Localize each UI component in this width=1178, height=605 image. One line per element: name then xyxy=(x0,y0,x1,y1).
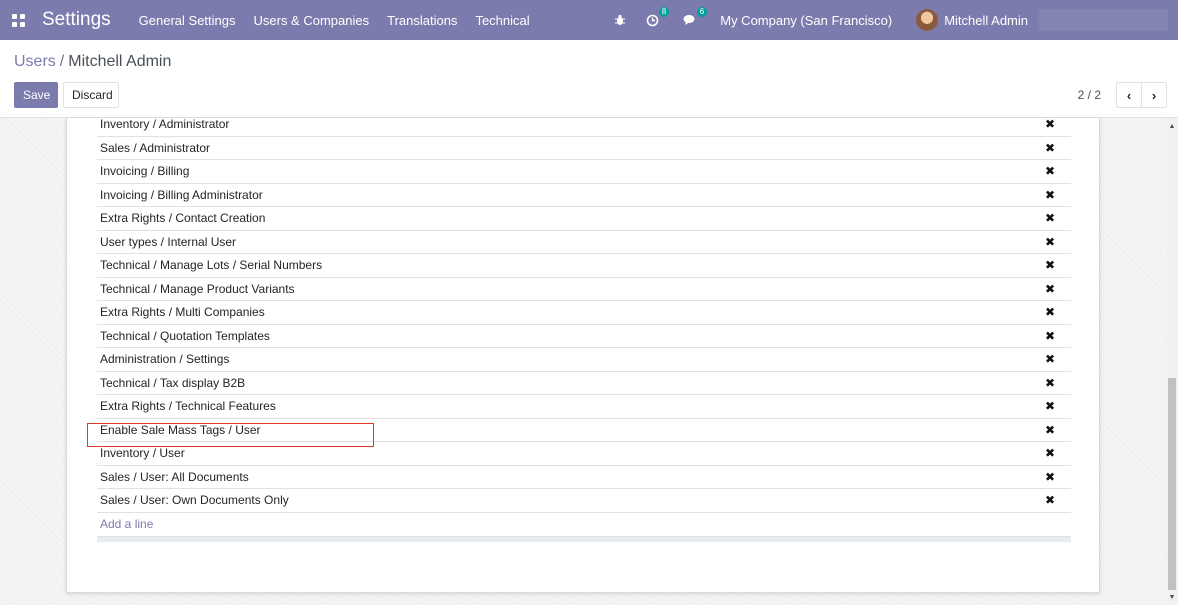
group-name[interactable]: Extra Rights / Multi Companies xyxy=(100,305,265,319)
group-name[interactable]: User types / Internal User xyxy=(100,235,236,249)
delete-row-icon[interactable]: ✖ xyxy=(1045,352,1055,366)
table-row[interactable]: Extra Rights / Multi Companies ✖ xyxy=(97,301,1071,325)
top-navbar: Settings General Settings Users & Compan… xyxy=(0,0,1178,40)
scrollbar-thumb[interactable] xyxy=(1168,378,1176,590)
scroll-up-arrow-icon[interactable]: ▲ xyxy=(1166,120,1178,132)
breadcrumb-separator: / xyxy=(59,53,65,70)
group-name[interactable]: Inventory / Administrator xyxy=(100,117,229,131)
table-row[interactable]: Technical / Manage Lots / Serial Numbers… xyxy=(97,254,1071,278)
discard-button[interactable]: Discard xyxy=(63,82,119,108)
breadcrumb-current: Mitchell Admin xyxy=(68,53,172,70)
save-button[interactable]: Save xyxy=(14,82,58,108)
user-avatar xyxy=(916,9,939,31)
form-view-background: Inventory / Administrator ✖ Sales / Admini… xyxy=(0,117,1166,605)
table-row[interactable]: Extra Rights / Technical Features ✖ xyxy=(97,395,1071,419)
table-row[interactable]: Invoicing / Billing Administrator ✖ xyxy=(97,184,1071,207)
delete-row-icon[interactable]: ✖ xyxy=(1045,329,1055,343)
delete-row-icon[interactable]: ✖ xyxy=(1045,141,1055,155)
control-panel: Users / Mitchell Admin Save Discard 2 / 2 … xyxy=(0,40,1178,118)
pager-previous-button[interactable]: ‹ xyxy=(1116,82,1142,108)
table-row[interactable]: Sales / User: Own Documents Only ✖ xyxy=(97,489,1071,513)
form-sheet: Inventory / Administrator ✖ Sales / Admini… xyxy=(66,117,1100,593)
table-footer xyxy=(97,536,1071,542)
app-brand[interactable]: Settings xyxy=(42,9,111,31)
pager-value[interactable]: 2 / 2 xyxy=(1078,88,1101,102)
table-row[interactable]: Technical / Quotation Templates ✖ xyxy=(97,325,1071,348)
messages-chat-icon[interactable]: 6 xyxy=(682,7,708,28)
activity-clock-icon[interactable]: 8 xyxy=(644,7,670,28)
delete-row-icon[interactable]: ✖ xyxy=(1045,117,1055,131)
menu-users-companies[interactable]: Users & Companies xyxy=(254,13,370,28)
table-row[interactable]: Invoicing / Billing ✖ xyxy=(97,160,1071,184)
table-row[interactable]: User types / Internal User ✖ xyxy=(97,231,1071,254)
delete-row-icon[interactable]: ✖ xyxy=(1045,376,1055,390)
group-name[interactable]: Technical / Manage Lots / Serial Numbers xyxy=(100,258,322,272)
scrollbar[interactable]: ▲ ▼ xyxy=(1166,118,1178,605)
table-row[interactable]: Inventory / Administrator ✖ xyxy=(97,113,1071,137)
delete-row-icon[interactable]: ✖ xyxy=(1045,305,1055,319)
table-row[interactable]: Sales / User: All Documents ✖ xyxy=(97,466,1071,489)
delete-row-icon[interactable]: ✖ xyxy=(1045,211,1055,225)
group-name[interactable]: Sales / User: Own Documents Only xyxy=(100,493,289,507)
delete-row-icon[interactable]: ✖ xyxy=(1045,164,1055,178)
group-name[interactable]: Invoicing / Billing xyxy=(100,164,189,178)
menu-general-settings[interactable]: General Settings xyxy=(139,13,236,28)
database-name-blurred xyxy=(1038,9,1168,31)
scroll-down-arrow-icon[interactable]: ▼ xyxy=(1166,591,1178,603)
delete-row-icon[interactable]: ✖ xyxy=(1045,282,1055,296)
activity-counter: 8 xyxy=(658,7,670,17)
chevron-left-icon: ‹ xyxy=(1126,87,1132,103)
group-name[interactable]: Enable Sale Mass Tags / User xyxy=(100,423,261,437)
group-name[interactable]: Sales / Administrator xyxy=(100,141,210,155)
delete-row-icon[interactable]: ✖ xyxy=(1045,399,1055,413)
table-row[interactable]: Technical / Tax display B2B ✖ xyxy=(97,372,1071,395)
delete-row-icon[interactable]: ✖ xyxy=(1045,188,1055,202)
table-row[interactable]: Enable Sale Mass Tags / User ✖ xyxy=(97,419,1071,442)
delete-row-icon[interactable]: ✖ xyxy=(1045,493,1055,507)
pager-next-button[interactable]: › xyxy=(1141,82,1167,108)
breadcrumb-users-link[interactable]: Users xyxy=(14,53,56,70)
group-name[interactable]: Technical / Quotation Templates xyxy=(100,329,270,343)
access-groups-table: Inventory / Administrator ✖ Sales / Admini… xyxy=(97,113,1071,542)
table-row[interactable]: Inventory / User ✖ xyxy=(97,442,1071,466)
delete-row-icon[interactable]: ✖ xyxy=(1045,446,1055,460)
debug-bug-icon[interactable] xyxy=(612,12,628,28)
group-name[interactable]: Technical / Tax display B2B xyxy=(100,376,245,390)
breadcrumb: Users / Mitchell Admin xyxy=(14,53,171,71)
table-row[interactable]: Sales / Administrator ✖ xyxy=(97,137,1071,160)
table-row[interactable]: Technical / Manage Product Variants ✖ xyxy=(97,278,1071,301)
table-row[interactable]: Extra Rights / Contact Creation ✖ xyxy=(97,207,1071,231)
company-switcher[interactable]: My Company (San Francisco) xyxy=(720,13,892,28)
group-name[interactable]: Inventory / User xyxy=(100,446,185,460)
add-a-line-link[interactable]: Add a line xyxy=(97,513,1071,537)
table-row[interactable]: Administration / Settings ✖ xyxy=(97,348,1071,372)
user-name: Mitchell Admin xyxy=(944,12,1028,28)
menu-technical[interactable]: Technical xyxy=(475,13,529,28)
group-name[interactable]: Technical / Manage Product Variants xyxy=(100,282,295,296)
user-menu[interactable]: Mitchell Admin xyxy=(916,9,1028,31)
group-name[interactable]: Extra Rights / Contact Creation xyxy=(100,211,265,225)
group-name[interactable]: Invoicing / Billing Administrator xyxy=(100,188,263,202)
delete-row-icon[interactable]: ✖ xyxy=(1045,470,1055,484)
navbar-systray: 8 6 My Company (San Francisco) Mitchell … xyxy=(612,0,1178,40)
messages-counter: 6 xyxy=(696,7,708,17)
apps-menu-icon[interactable] xyxy=(12,13,26,27)
group-name[interactable]: Sales / User: All Documents xyxy=(100,470,249,484)
delete-row-icon[interactable]: ✖ xyxy=(1045,235,1055,249)
delete-row-icon[interactable]: ✖ xyxy=(1045,423,1055,437)
group-name[interactable]: Extra Rights / Technical Features xyxy=(100,399,276,413)
delete-row-icon[interactable]: ✖ xyxy=(1045,258,1055,272)
chevron-right-icon: › xyxy=(1151,87,1157,103)
group-name[interactable]: Administration / Settings xyxy=(100,352,229,366)
menu-translations[interactable]: Translations xyxy=(387,13,457,28)
